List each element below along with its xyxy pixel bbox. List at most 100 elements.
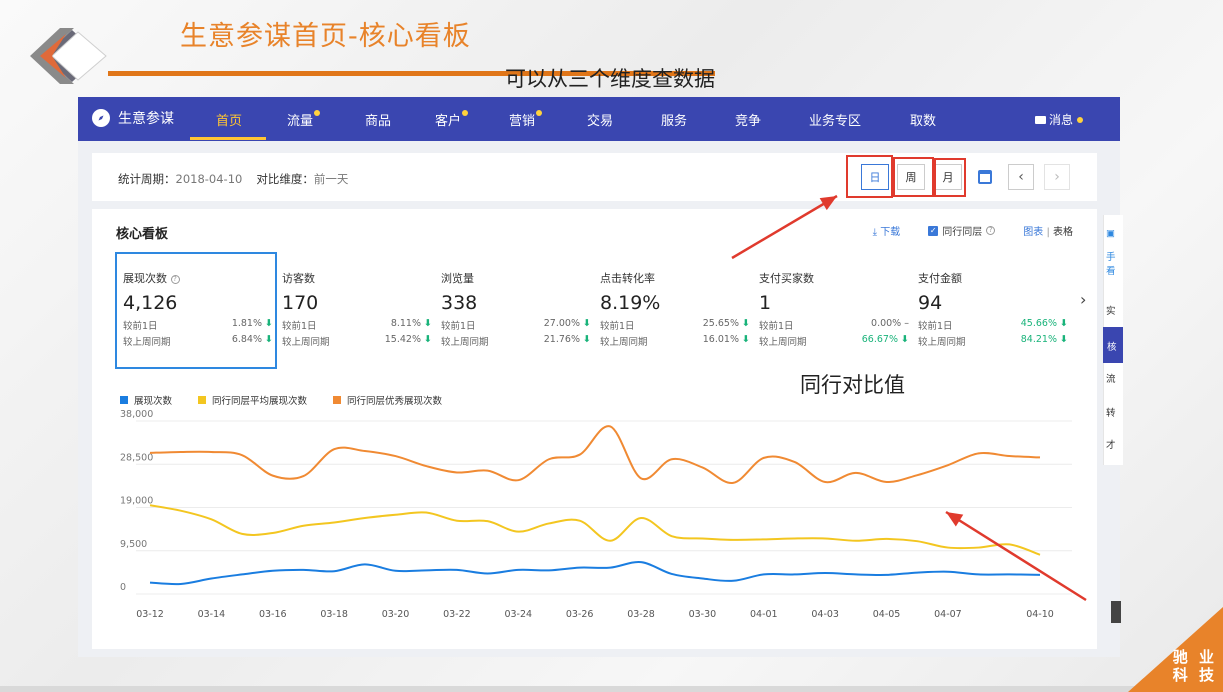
nav-item-label: 取数 [910,114,937,129]
download-label: 下载 [880,227,901,238]
legend-item-peer-average[interactable]: 同行同层平均展现次数 [198,393,307,407]
view-switch: 图表 | 表格 [1023,223,1073,238]
metric-compare-label: 较前1日 [123,321,158,332]
chart-view-link[interactable]: 图表 [1023,227,1043,238]
compare-label: 对比维度： [256,172,314,186]
period-month-button[interactable]: 月 [934,164,962,190]
nav-item-products[interactable]: 商品 [365,110,391,129]
metric-compare-value: 21.76% [543,334,580,345]
compare-value: 前一天 [313,172,349,186]
metrics-next-icon[interactable]: › [1080,290,1086,309]
next-period-button[interactable]: › [1044,164,1070,190]
scroll-handle[interactable] [1111,601,1121,623]
period-date: 2018-04-10 [175,172,243,186]
metric-paying-buyers[interactable]: 支付买家数 1 较前1日 0.00% – 较上周同期 66.67% ⬇ [759,270,909,348]
period-week-button[interactable]: 周 [897,164,925,190]
nav-item-competition[interactable]: 竞争 [735,110,761,129]
side-item-more[interactable]: 才 [1106,440,1120,451]
metric-click-conversion[interactable]: 点击转化率 8.19% 较前1日 25.65% ⬇ 较上周同期 16.01% ⬇ [600,270,750,348]
nav-item-service[interactable]: 服务 [661,110,687,129]
nav-item-label: 服务 [661,114,688,129]
calendar-icon[interactable] [978,170,992,184]
help-icon[interactable]: ? [170,274,180,284]
help-icon[interactable]: ? [986,226,996,235]
period-day-button[interactable]: 日 [861,164,889,190]
metric-name: 支付金额 [918,272,962,285]
legend-item-impressions[interactable]: 展现次数 [120,393,172,407]
metric-compare-value: 84.21% [1020,334,1057,345]
metric-value: 8.19% [600,292,661,314]
download-button[interactable]: ⤓ 下载 [873,223,901,238]
nav-item-traffic[interactable]: 流量 [287,110,321,129]
metric-compare-value: 15.42% [384,334,421,345]
top-navigation: 生意参谋 首页 流量 商品 客户 营销 交易 服务 竞争 业务专区 取数 消息 [78,97,1120,141]
arrow-down-icon: ⬇ [742,318,750,329]
prev-period-button[interactable]: ‹ [1008,164,1034,190]
corner-badge-line: 驰 业 [1172,648,1217,666]
side-item-conversion[interactable]: 转 [1106,408,1120,419]
side-item-realtime[interactable]: 实 [1106,306,1120,317]
arrow-down-icon: ⬇ [424,318,432,329]
messages-button[interactable]: 消息 [1035,111,1084,128]
peer-toggle[interactable]: ✓ 同行同层 ? [928,223,996,238]
metric-impressions[interactable]: 展现次数 ? 4,126 较前1日 1.81% ⬇ 较上周同期 6.84% ⬇ [123,270,273,348]
metric-value: 4,126 [123,292,178,314]
nav-item-business-zone[interactable]: 业务专区 [809,110,861,129]
annotation-compare: 同行对比值 [800,373,905,397]
nav-item-customers[interactable]: 客户 [435,110,469,129]
metric-compare-label: 较前1日 [918,321,953,332]
no-change-icon: – [904,318,909,329]
metric-name: 点击转化率 [600,272,655,285]
nav-item-trade[interactable]: 交易 [587,110,613,129]
metric-compare-label: 较前1日 [759,321,794,332]
metric-name: 展现次数 [123,272,167,285]
metric-pageviews[interactable]: 浏览量 338 较前1日 27.00% ⬇ 较上周同期 21.76% ⬇ [441,270,591,348]
nav-item-fetch-data[interactable]: 取数 [910,110,936,129]
metric-payment-amount[interactable]: 支付金额 94 较前1日 45.66% ⬇ 较上周同期 84.21% ⬇ [918,270,1068,348]
corner-badge-line: 科 技 [1172,666,1217,684]
arrow-down-icon: ⬇ [742,334,750,345]
legend-swatch [198,396,207,404]
legend-label: 展现次数 [134,396,173,407]
nav-item-label: 营销 [509,114,536,129]
metric-compare-label: 较上周同期 [918,337,966,348]
metric-compare-label: 较上周同期 [282,337,330,348]
compass-icon [92,109,110,127]
legend-item-peer-excellent[interactable]: 同行同层优秀展现次数 [333,393,442,407]
side-item-view[interactable]: 看 [1106,266,1120,277]
qr-icon[interactable]: ▣ [1106,228,1120,239]
metric-visitors[interactable]: 访客数 170 较前1日 8.11% ⬇ 较上周同期 15.42% ⬇ [282,270,432,348]
checkbox-checked-icon[interactable]: ✓ [928,225,939,236]
metric-compare-value: 27.00% [543,318,580,329]
nav-item-label: 流量 [287,114,314,129]
legend-label: 同行同层优秀展现次数 [347,396,443,407]
metric-name: 访客数 [282,272,315,285]
nav-item-label: 客户 [435,114,462,129]
metric-name: 浏览量 [441,272,474,285]
slide-title: 生意参谋首页-核心看板 [180,21,471,52]
side-item-phone[interactable]: 手 [1106,252,1120,263]
arrow-down-icon: ⬇ [265,318,273,329]
metric-compare-label: 较上周同期 [600,337,648,348]
app-screenshot: 生意参谋 首页 流量 商品 客户 营销 交易 服务 竞争 业务专区 取数 消息 … [78,97,1120,657]
notification-dot [1077,116,1084,123]
nav-item-home[interactable]: 首页 [216,110,242,129]
metric-compare-value: 25.65% [702,318,739,329]
notification-dot [462,110,469,116]
arrow-down-icon: ⬇ [583,318,591,329]
metric-compare-label: 较前1日 [600,321,635,332]
board-tools: ⤓ 下载 ✓ 同行同层 ? 图表 | 表格 [873,223,1073,238]
mail-icon [1035,115,1046,124]
nav-item-marketing[interactable]: 营销 [509,110,543,129]
arrow-down-icon: ⬇ [265,334,273,345]
table-view-link[interactable]: 表格 [1053,227,1073,238]
metric-compare-value: 0.00% [871,318,902,329]
brand[interactable]: 生意参谋 [92,108,174,128]
nav-item-label: 交易 [587,114,614,129]
period-info: 统计周期：2018-04-10 对比维度：前一天 [118,171,348,187]
nav-item-label: 商品 [365,114,392,129]
side-item-core[interactable]: 核 [1103,327,1123,363]
metric-compare-value: 66.67% [861,334,898,345]
side-item-traffic[interactable]: 流 [1106,374,1120,385]
annotation-dimensions: 可以从三个维度查数据 [505,67,715,91]
